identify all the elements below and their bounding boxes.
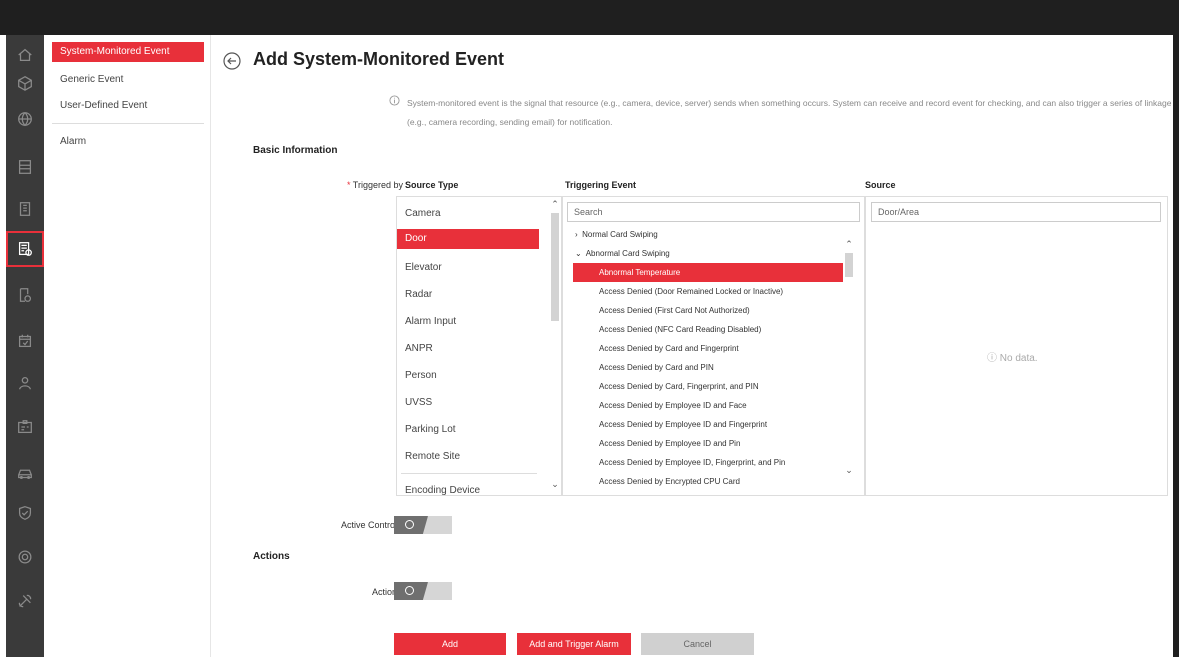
event-item[interactable]: Access Denied by Card and PIN: [573, 358, 843, 377]
vehicle-icon[interactable]: [6, 455, 44, 491]
source-type-item[interactable]: Elevator: [397, 258, 539, 278]
event-search-input[interactable]: Search: [567, 202, 860, 222]
tools-icon[interactable]: [6, 583, 44, 619]
page-title: Add System-Monitored Event: [253, 49, 505, 69]
scroll-up-icon[interactable]: ⌃: [844, 239, 854, 249]
active-control-label: Active Control: [340, 520, 397, 530]
event-item[interactable]: Access Denied by Employee ID and Face: [573, 396, 843, 415]
subnav-item-system-monitored-event[interactable]: System-Monitored Event: [52, 42, 204, 62]
cube-icon[interactable]: [6, 65, 44, 101]
event-subnav: System-Monitored Event Generic Event Use…: [44, 35, 211, 657]
window-edge: [1173, 35, 1179, 657]
globe-icon[interactable]: [6, 101, 44, 137]
basic-information-title: Basic Information: [253, 145, 338, 156]
triggering-event-header: Triggering Event: [565, 180, 637, 190]
event-item[interactable]: Access Denied by Employee ID, Fingerprin…: [573, 453, 843, 472]
subnav-item-alarm[interactable]: Alarm: [52, 132, 204, 152]
triggering-event-panel: Search › Normal Card Swiping ⌄ Abnormal …: [562, 196, 865, 496]
triggered-by-text: Triggered by: [352, 180, 403, 190]
source-type-item[interactable]: Parking Lot: [397, 420, 539, 440]
required-mark: *: [346, 180, 351, 190]
chevron-down-icon[interactable]: ⌄: [575, 249, 582, 258]
scrollbar-thumb[interactable]: [845, 253, 853, 277]
tree-group-normal-card-swiping[interactable]: › Normal Card Swiping: [575, 228, 658, 242]
actions-title: Actions: [253, 551, 290, 562]
settings-icon[interactable]: [6, 539, 44, 575]
source-type-list: Camera Door Elevator Radar Alarm Input A…: [396, 196, 562, 496]
calendar-icon[interactable]: [6, 323, 44, 359]
person-icon[interactable]: [6, 365, 44, 401]
module-rail: [6, 35, 44, 657]
storage-icon[interactable]: [6, 149, 44, 185]
info-icon: ⓘ: [987, 353, 997, 364]
source-type-header: Source Type: [405, 180, 459, 190]
event-item[interactable]: Access Denied by Employee ID and Fingerp…: [573, 415, 843, 434]
main-content: Add System-Monitored Event System-monito…: [211, 35, 1173, 657]
event-item[interactable]: Access Denied (Door Remained Locked or I…: [573, 282, 843, 301]
event-item[interactable]: Access Denied by Card and Fingerprint: [573, 339, 843, 358]
shield-icon[interactable]: [6, 495, 44, 531]
event-rule-icon[interactable]: [6, 231, 44, 267]
event-item[interactable]: Access Denied by Card, Fingerprint, and …: [573, 377, 843, 396]
event-item[interactable]: Access Denied (First Card Not Authorized…: [573, 301, 843, 320]
no-data-text: No data.: [999, 353, 1038, 364]
tree-group-label: Abnormal Card Swiping: [585, 249, 670, 258]
action-label: Action: [371, 587, 397, 597]
info-description: System-monitored event is the signal tha…: [407, 94, 1173, 132]
back-arrow-icon[interactable]: [223, 52, 241, 70]
source-type-item[interactable]: UVSS: [397, 393, 539, 413]
source-type-item[interactable]: Remote Site: [397, 447, 539, 467]
subnav-divider: [52, 123, 204, 124]
scroll-down-icon[interactable]: ⌄: [844, 465, 854, 475]
add-and-trigger-alarm-button[interactable]: Add and Trigger Alarm: [517, 633, 631, 655]
source-type-item[interactable]: Door: [397, 229, 539, 249]
event-item[interactable]: Access Denied (NFC Card Reading Disabled…: [573, 320, 843, 339]
info-line-1: System-monitored event is the signal tha…: [407, 98, 1172, 108]
action-toggle[interactable]: [394, 582, 452, 600]
subnav-item-generic-event[interactable]: Generic Event: [52, 70, 204, 90]
tree-group-label: Normal Card Swiping: [582, 230, 658, 239]
building-icon[interactable]: [6, 191, 44, 227]
source-type-item[interactable]: Radar: [397, 285, 539, 305]
info-line-2: (e.g., camera recording, sending email) …: [407, 117, 613, 127]
scroll-down-icon[interactable]: ⌄: [550, 479, 560, 489]
toggle-off-icon: [405, 520, 414, 529]
event-list-scrollbar[interactable]: ⌃ ⌄: [844, 233, 854, 485]
tree-group-abnormal-card-swiping[interactable]: ⌄ Abnormal Card Swiping: [575, 247, 670, 261]
event-item[interactable]: Abnormal Temperature: [573, 263, 843, 282]
top-bar: [0, 0, 1179, 35]
cancel-button[interactable]: Cancel: [641, 633, 754, 655]
add-button[interactable]: Add: [394, 633, 506, 655]
active-control-toggle[interactable]: [394, 516, 452, 534]
source-type-divider: [401, 473, 537, 474]
badge-icon[interactable]: [6, 409, 44, 445]
source-type-item[interactable]: Alarm Input: [397, 312, 539, 332]
event-item[interactable]: Access Denied by Employee ID and Pin: [573, 434, 843, 453]
info-icon: [389, 95, 400, 106]
scrollbar-thumb[interactable]: [551, 213, 559, 321]
no-data-message: ⓘ No data.: [987, 349, 1038, 364]
source-header: Source: [865, 180, 896, 190]
scroll-up-icon[interactable]: ⌃: [550, 199, 560, 209]
source-type-scrollbar[interactable]: ⌃ ⌄: [550, 197, 560, 495]
source-panel: Door/Area ⓘ No data.: [865, 196, 1168, 496]
chevron-right-icon[interactable]: ›: [575, 230, 578, 239]
app-window: System-Monitored Event Generic Event Use…: [0, 0, 1179, 657]
event-item[interactable]: Access Denied by Encrypted CPU Card: [573, 472, 843, 491]
triggered-by-label: * Triggered by: [311, 180, 403, 190]
source-type-item[interactable]: Camera: [397, 204, 539, 224]
toggle-off-icon: [405, 586, 414, 595]
source-type-item[interactable]: ANPR: [397, 339, 539, 359]
source-type-item[interactable]: Person: [397, 366, 539, 386]
source-type-item[interactable]: Encoding Device: [397, 481, 539, 495]
subnav-item-user-defined-event[interactable]: User-Defined Event: [52, 96, 204, 116]
document-clock-icon[interactable]: [6, 277, 44, 313]
source-search-input[interactable]: Door/Area: [871, 202, 1161, 222]
